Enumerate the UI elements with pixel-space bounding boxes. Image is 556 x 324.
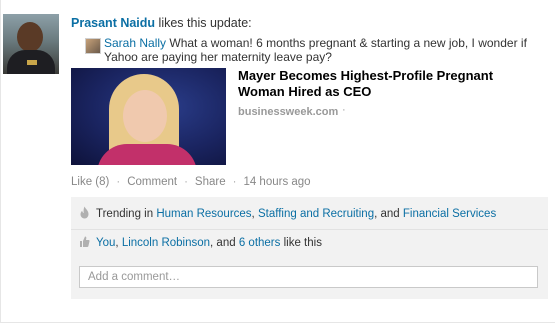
actor-avatar[interactable] (3, 14, 59, 74)
likes-row: You, Lincoln Robinson, and 6 others like… (71, 230, 548, 258)
comment-button[interactable]: Comment (127, 176, 177, 188)
trending-prefix: Trending in (96, 208, 154, 220)
share-author-avatar[interactable] (85, 38, 101, 54)
likers-others-link[interactable]: 6 others (239, 237, 281, 249)
likes-comma: , (115, 237, 119, 249)
thumbnail-shirt (97, 144, 197, 165)
share-button[interactable]: Share (195, 176, 226, 188)
trending-topic-financial-services[interactable]: Financial Services (403, 208, 496, 220)
trending-row: Trending in Human Resources, Staffing an… (71, 197, 548, 230)
action-separator: · (232, 176, 237, 188)
flame-icon (80, 206, 89, 219)
action-separator: · (116, 176, 121, 188)
liker-lincoln-robinson[interactable]: Lincoln Robinson (122, 237, 210, 249)
like-button[interactable]: Like (8) (71, 176, 109, 188)
likes-text: You, Lincoln Robinson, and 6 others like… (96, 237, 322, 249)
trending-text: Trending in Human Resources, Staffing an… (96, 208, 496, 220)
thumbs-up-icon (80, 236, 90, 247)
article-source-separator: · (342, 104, 346, 116)
comment-input[interactable] (79, 266, 538, 288)
likes-joiner: , and (210, 237, 236, 249)
activity-action-text: likes this update: (158, 16, 252, 30)
action-separator: · (184, 176, 188, 188)
article-thumbnail[interactable] (71, 68, 226, 165)
trending-joiner: , and (374, 208, 400, 220)
thumbnail-face (123, 90, 167, 142)
share-message: What a woman! 6 months pregnant & starti… (104, 36, 527, 64)
activity-header: Prasant Naidu likes this update: (71, 16, 252, 30)
article-source: businessweek.com (238, 106, 339, 118)
likes-suffix: like this (283, 237, 322, 249)
share-author-link[interactable]: Sarah Nally (104, 36, 166, 50)
trending-comma: , (251, 208, 255, 220)
social-panel: Trending in Human Resources, Staffing an… (71, 197, 548, 299)
feed-update-card: Prasant Naidu likes this update: Sarah N… (0, 0, 555, 323)
trending-topic-staffing[interactable]: Staffing and Recruiting (258, 208, 374, 220)
timestamp: 14 hours ago (243, 176, 311, 188)
update-actions: Like (8) · Comment · Share · 14 hours ago (71, 176, 311, 188)
avatar-shirt-logo (27, 60, 37, 65)
liker-you[interactable]: You (96, 237, 115, 249)
share-text: Sarah Nally What a woman! 6 months pregn… (104, 36, 549, 64)
trending-topic-human-resources[interactable]: Human Resources (156, 208, 251, 220)
avatar-face (17, 22, 43, 52)
actor-name-link[interactable]: Prasant Naidu (71, 16, 155, 30)
article-title-link[interactable]: Mayer Becomes Highest-Profile Pregnant W… (238, 68, 538, 100)
